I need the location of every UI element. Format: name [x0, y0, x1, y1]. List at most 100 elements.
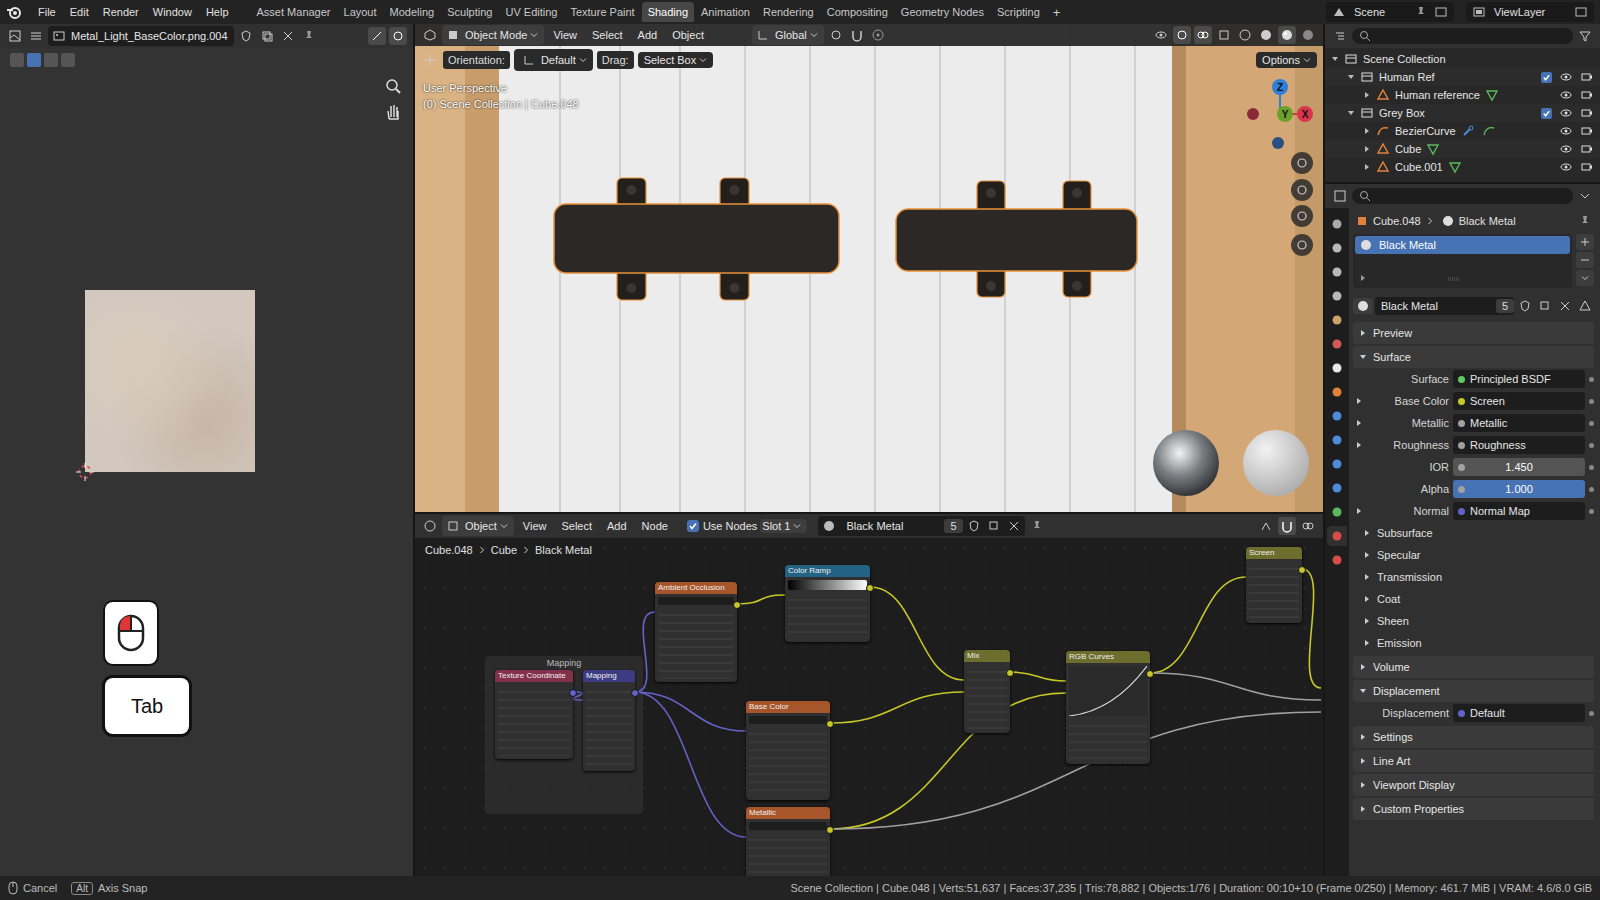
pivot-icon[interactable]: [827, 26, 845, 44]
workspace-tab[interactable]: Geometry Nodes: [895, 2, 990, 22]
properties-tab[interactable]: [1327, 526, 1347, 546]
output-socket[interactable]: [569, 689, 577, 697]
zoom-icon[interactable]: [383, 76, 403, 96]
editor-type-icon[interactable]: [421, 26, 439, 44]
material-preview-icon[interactable]: [1278, 26, 1296, 44]
gizmos-toggle-icon[interactable]: [1173, 26, 1191, 44]
slot-menu-icon[interactable]: [1576, 270, 1594, 286]
animate-property-icon[interactable]: [1589, 421, 1594, 426]
eye-open-icon[interactable]: [1557, 140, 1575, 158]
duplicate-icon[interactable]: [985, 517, 1003, 535]
workspace-tab[interactable]: Modeling: [384, 2, 441, 22]
output-socket[interactable]: [826, 826, 834, 834]
add-slot-icon[interactable]: [1576, 234, 1594, 250]
properties-search[interactable]: [1352, 188, 1573, 204]
properties-tab[interactable]: [1327, 310, 1347, 330]
node-editor-menu[interactable]: View: [517, 518, 553, 534]
expand-arrow-icon[interactable]: [1355, 397, 1363, 405]
render-camera-icon[interactable]: [1578, 104, 1596, 122]
node-header[interactable]: Color Ramp: [785, 565, 870, 577]
expand-arrow-icon[interactable]: [1359, 353, 1367, 361]
outliner-item[interactable]: Cube: [1325, 140, 1600, 158]
subpanel-header[interactable]: Coat: [1353, 588, 1594, 610]
panel-header[interactable]: Line Art: [1353, 750, 1594, 772]
shader-node[interactable]: Ambient Occlusion: [655, 582, 737, 682]
properties-tab[interactable]: [1327, 214, 1347, 234]
output-socket[interactable]: [826, 720, 834, 728]
eye-open-icon[interactable]: [1557, 158, 1575, 176]
pin-icon[interactable]: [1412, 3, 1430, 21]
exclude-checkbox[interactable]: [1541, 108, 1552, 119]
properties-tab[interactable]: [1327, 334, 1347, 354]
image-field[interactable]: [749, 822, 827, 830]
wireframe-shading-icon[interactable]: [1236, 26, 1254, 44]
lasso-select-icon[interactable]: [44, 53, 58, 67]
eye-open-icon[interactable]: [1557, 86, 1575, 104]
slot-dropdown[interactable]: Slot 1: [760, 519, 807, 533]
user-count[interactable]: 5: [1496, 299, 1514, 313]
exclude-checkbox[interactable]: [1541, 72, 1552, 83]
subpanel-header[interactable]: Specular: [1353, 544, 1594, 566]
xray-icon[interactable]: [1215, 26, 1233, 44]
properties-tab[interactable]: [1327, 430, 1347, 450]
outliner-item[interactable]: Human Ref: [1325, 68, 1600, 86]
panel-header[interactable]: Displacement: [1353, 680, 1594, 702]
editor-type-icon[interactable]: [421, 517, 439, 535]
curve-graph[interactable]: [1069, 666, 1147, 716]
expand-arrow-icon[interactable]: [1363, 551, 1371, 559]
render-camera-icon[interactable]: [1578, 86, 1596, 104]
new-scene-icon[interactable]: [1432, 3, 1450, 21]
panel-header[interactable]: Preview: [1353, 322, 1594, 344]
curve-data-icon[interactable]: [1480, 122, 1498, 140]
outliner-search[interactable]: [1352, 28, 1573, 44]
viewport-scene[interactable]: ZYX: [415, 24, 1323, 512]
number-field[interactable]: 1.450: [1453, 458, 1585, 476]
node-header[interactable]: RGB Curves: [1066, 651, 1150, 663]
mesh-data-icon[interactable]: [1424, 140, 1442, 158]
link-mode-icon[interactable]: [1576, 297, 1594, 315]
expand-arrow-icon[interactable]: [1359, 274, 1367, 282]
shader-node[interactable]: Texture Coordinate: [495, 670, 573, 759]
node-canvas[interactable]: Mapping Texture Coordinate Mapping Ambie…: [415, 538, 1323, 876]
link-field[interactable]: Default: [1453, 704, 1585, 722]
animate-property-icon[interactable]: [1589, 465, 1594, 470]
animate-property-icon[interactable]: [1589, 509, 1594, 514]
view-layer-selector[interactable]: ViewLayer: [1466, 2, 1594, 22]
expand-arrow-icon[interactable]: [1355, 507, 1363, 515]
transform-orientation-dropdown[interactable]: Global: [752, 25, 824, 45]
node-editor-menu[interactable]: Add: [601, 518, 633, 534]
expand-arrow-icon[interactable]: [1359, 329, 1367, 337]
checkbox[interactable]: [687, 520, 699, 532]
workspace-tab[interactable]: UV Editing: [499, 2, 563, 22]
outliner-item[interactable]: Cube.001: [1325, 158, 1600, 176]
outliner-item[interactable]: Scene Collection: [1325, 50, 1600, 68]
link-field[interactable]: Metallic: [1453, 414, 1585, 432]
mesh-data-icon[interactable]: [1483, 86, 1501, 104]
node-header[interactable]: Mapping: [583, 670, 635, 682]
render-camera-icon[interactable]: [1578, 158, 1596, 176]
panel-header[interactable]: Surface: [1353, 346, 1594, 368]
add-workspace-button[interactable]: +: [1047, 3, 1067, 22]
expand-arrow-icon[interactable]: [1359, 757, 1367, 765]
output-socket[interactable]: [1146, 670, 1154, 678]
workspace-tab[interactable]: Shading: [642, 2, 694, 22]
properties-tab[interactable]: [1327, 382, 1347, 402]
fake-user-icon[interactable]: [965, 517, 983, 535]
node-header[interactable]: Screen: [1246, 547, 1302, 559]
output-socket[interactable]: [1006, 669, 1014, 677]
shader-node[interactable]: RGB Curves: [1066, 651, 1150, 764]
mesh-data-icon[interactable]: [1446, 158, 1464, 176]
node-header[interactable]: Base Color: [746, 701, 830, 713]
viewport-menu[interactable]: Select: [586, 27, 629, 43]
select-tool-icon[interactable]: [10, 53, 24, 67]
expand-arrow-icon[interactable]: [1359, 687, 1367, 695]
options-icon[interactable]: [1576, 187, 1594, 205]
menu-item[interactable]: Render: [97, 3, 145, 21]
node-header[interactable]: Metallic: [746, 807, 830, 819]
shader-node[interactable]: Mix: [964, 650, 1010, 733]
subpanel-header[interactable]: Sheen: [1353, 610, 1594, 632]
pin-icon[interactable]: [1576, 212, 1594, 230]
3d-viewport[interactable]: ZYX Object Mode ViewSelectAddObject Glob…: [415, 24, 1323, 512]
image-canvas[interactable]: Tab: [0, 48, 413, 876]
render-camera-icon[interactable]: [1578, 68, 1596, 86]
